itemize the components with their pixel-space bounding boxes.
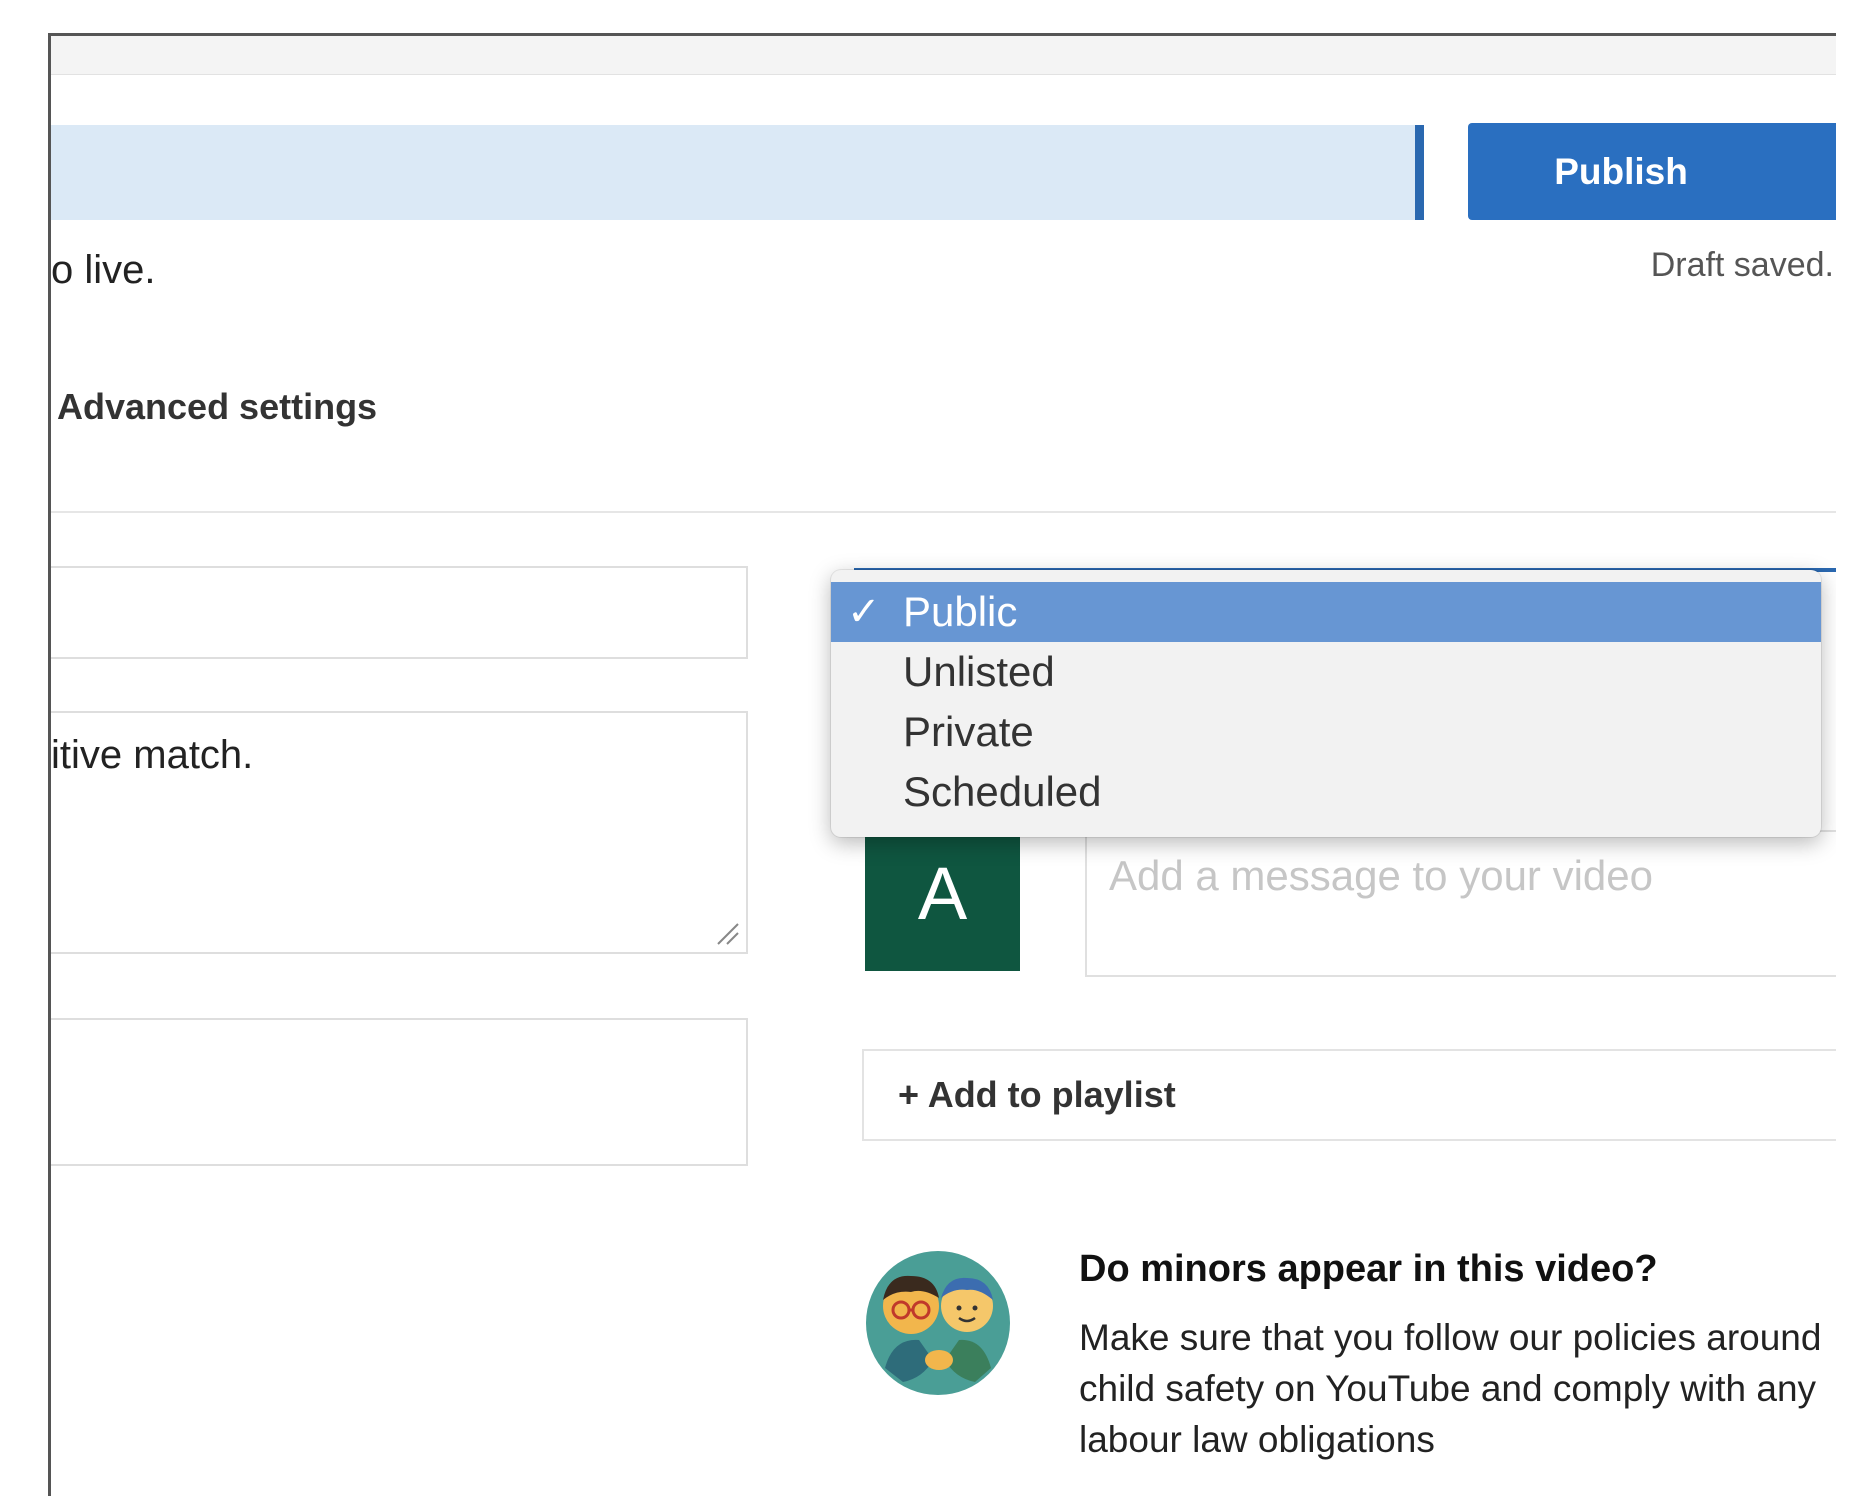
progress-divider [1415,125,1424,220]
minors-heading: Do minors appear in this video? [1079,1248,1658,1290]
option-label: Scheduled [903,768,1102,815]
message-placeholder: Add a message to your video [1109,852,1653,899]
option-label: Private [903,708,1034,755]
publish-button[interactable]: Publish [1468,123,1836,220]
tags-input[interactable] [51,1018,748,1166]
tab-advanced-settings[interactable]: Advanced settings [57,386,377,428]
upload-progress-bar [51,125,1422,220]
resize-grip-icon[interactable] [714,920,740,946]
description-textarea[interactable]: itive match. [51,711,748,954]
avatar: A [865,816,1020,971]
upload-window: Publish o live. Draft saved. Advanced se… [48,33,1836,1496]
children-icon [866,1251,1010,1395]
checkmark-icon: ✓ [847,590,881,634]
tab-divider [51,511,1836,513]
option-label: Public [903,588,1018,635]
window-top-bar [51,36,1836,75]
visibility-option-private[interactable]: Private [831,702,1821,762]
minors-body-text: Make sure that you follow our policies a… [1079,1317,1822,1460]
title-input[interactable] [51,566,748,659]
visibility-option-unlisted[interactable]: Unlisted [831,642,1821,702]
add-to-playlist-label: + Add to playlist [898,1074,1176,1115]
visibility-option-public[interactable]: ✓ Public [831,582,1821,642]
publish-label: Publish [1554,150,1688,192]
message-textarea[interactable]: Add a message to your video [1085,830,1836,977]
visibility-option-scheduled[interactable]: Scheduled [831,762,1821,822]
upload-status-message: o live. [51,248,156,292]
description-value: itive match. [51,733,254,777]
add-to-playlist-button[interactable]: + Add to playlist [862,1049,1836,1141]
draft-status: Draft saved. [1650,246,1834,284]
avatar-letter: A [917,852,968,935]
option-label: Unlisted [903,648,1055,695]
visibility-dropdown-menu: ✓ Public Unlisted Private Scheduled [831,570,1821,837]
